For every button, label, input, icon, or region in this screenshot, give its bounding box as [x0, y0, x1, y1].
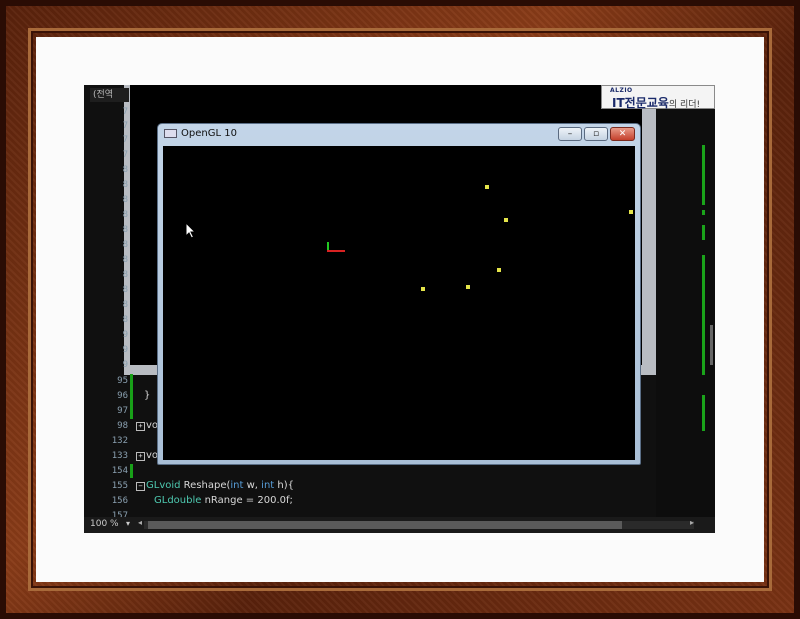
line-number: 8 — [122, 270, 128, 280]
point-sprite — [421, 287, 425, 291]
line-number: 9 — [122, 345, 128, 355]
point-sprite — [485, 185, 489, 189]
point-sprite — [466, 285, 470, 289]
line-number: 9 — [122, 330, 128, 340]
line-number: 132 — [111, 436, 128, 446]
line-number: 8 — [122, 210, 128, 220]
param: w, — [243, 480, 262, 491]
window-title: OpenGL 10 — [181, 128, 237, 139]
minimize-button[interactable]: – — [558, 127, 582, 141]
function-name: Reshape( — [180, 480, 231, 491]
banner-tail-text: 의 리더! — [668, 100, 701, 110]
maximize-button[interactable]: ▫ — [584, 127, 608, 141]
zoom-level[interactable]: 100 % — [90, 519, 119, 529]
line-number: 8 — [122, 315, 128, 325]
change-marker — [130, 464, 133, 478]
scroll-left-icon[interactable]: ◂ — [138, 518, 142, 527]
line-number: 8 — [122, 255, 128, 265]
banner-main-text: IT전문교육 — [612, 96, 669, 110]
fold-expand-icon[interactable]: + — [136, 422, 145, 431]
line-number: 8 — [122, 300, 128, 310]
line-number: 155 — [111, 481, 128, 491]
line-number: 156 — [111, 496, 128, 506]
opengl-window[interactable]: OpenGL 10 – ▫ ✕ — [157, 123, 641, 465]
line-number: 9 — [122, 360, 128, 370]
line-number: 8 — [122, 225, 128, 235]
screenshot-area: (전역 7 7 7 7 8 8 8 8 8 8 8 8 8 8 8 9 9 9 … — [84, 85, 715, 533]
line-number: 95 — [117, 376, 128, 386]
int-keyword: int — [261, 480, 275, 491]
code-line-96[interactable]: } — [144, 390, 150, 401]
point-sprite — [629, 210, 633, 214]
code-line-156[interactable]: GLdouble nRange = 200.0f; — [154, 495, 293, 506]
point-sprite — [504, 218, 508, 222]
scroll-right-icon[interactable]: ▸ — [690, 518, 694, 527]
horizontal-scrollbar-thumb[interactable] — [148, 521, 622, 529]
x-axis-line — [327, 250, 345, 252]
change-marker — [702, 395, 705, 431]
line-number: 133 — [111, 451, 128, 461]
line-number: 154 — [111, 466, 128, 476]
statement: nRange = 200.0f; — [201, 495, 293, 506]
watermark-banner: ALZIO IT전문교육의 리더! — [601, 85, 715, 111]
line-number: 7 — [122, 121, 128, 131]
line-number: 8 — [122, 195, 128, 205]
line-number: 98 — [117, 421, 128, 431]
line-number-gutter: 7 7 7 7 8 8 8 8 8 8 8 8 8 8 8 9 9 9 95 9… — [84, 105, 128, 521]
banner-brand: ALZIO — [610, 87, 633, 94]
line-number: 7 — [122, 135, 128, 145]
editor-status-bar: 100 % ▾ ◂ ▸ — [84, 517, 715, 533]
arrow-cursor-icon — [185, 222, 197, 239]
point-sprite — [497, 268, 501, 272]
line-number: 8 — [122, 165, 128, 175]
opengl-canvas[interactable] — [163, 146, 635, 460]
fold-expand-icon[interactable]: + — [136, 452, 145, 461]
banner-slogan: IT전문교육의 리더! — [612, 94, 700, 111]
line-number: 7 — [122, 107, 128, 117]
code-line-155[interactable]: GLvoid Reshape(int w, int h){ — [146, 480, 294, 491]
zoom-dropdown-icon[interactable]: ▾ — [126, 519, 130, 528]
editor-right-margin — [656, 85, 715, 533]
window-titlebar[interactable]: OpenGL 10 – ▫ ✕ — [158, 124, 640, 145]
change-marker — [702, 225, 705, 240]
int-keyword: int — [230, 480, 244, 491]
line-number: 8 — [122, 285, 128, 295]
change-marker — [702, 145, 705, 205]
type-keyword: GLvoid — [146, 480, 181, 491]
vertical-scrollbar-thumb[interactable] — [710, 325, 713, 365]
line-number: 8 — [122, 180, 128, 190]
change-marker — [130, 374, 133, 419]
line-number: 8 — [122, 240, 128, 250]
line-number: 7 — [122, 150, 128, 160]
line-number: 97 — [117, 406, 128, 416]
type-keyword: GLdouble — [154, 495, 202, 506]
close-button[interactable]: ✕ — [610, 127, 635, 141]
change-marker — [702, 255, 705, 375]
scope-dropdown[interactable]: (전역 — [90, 88, 129, 102]
opengl-app-icon — [164, 129, 177, 138]
line-number: 96 — [117, 391, 128, 401]
fold-collapse-icon[interactable]: − — [136, 482, 145, 491]
change-marker — [702, 210, 705, 215]
param: h){ — [274, 480, 294, 491]
